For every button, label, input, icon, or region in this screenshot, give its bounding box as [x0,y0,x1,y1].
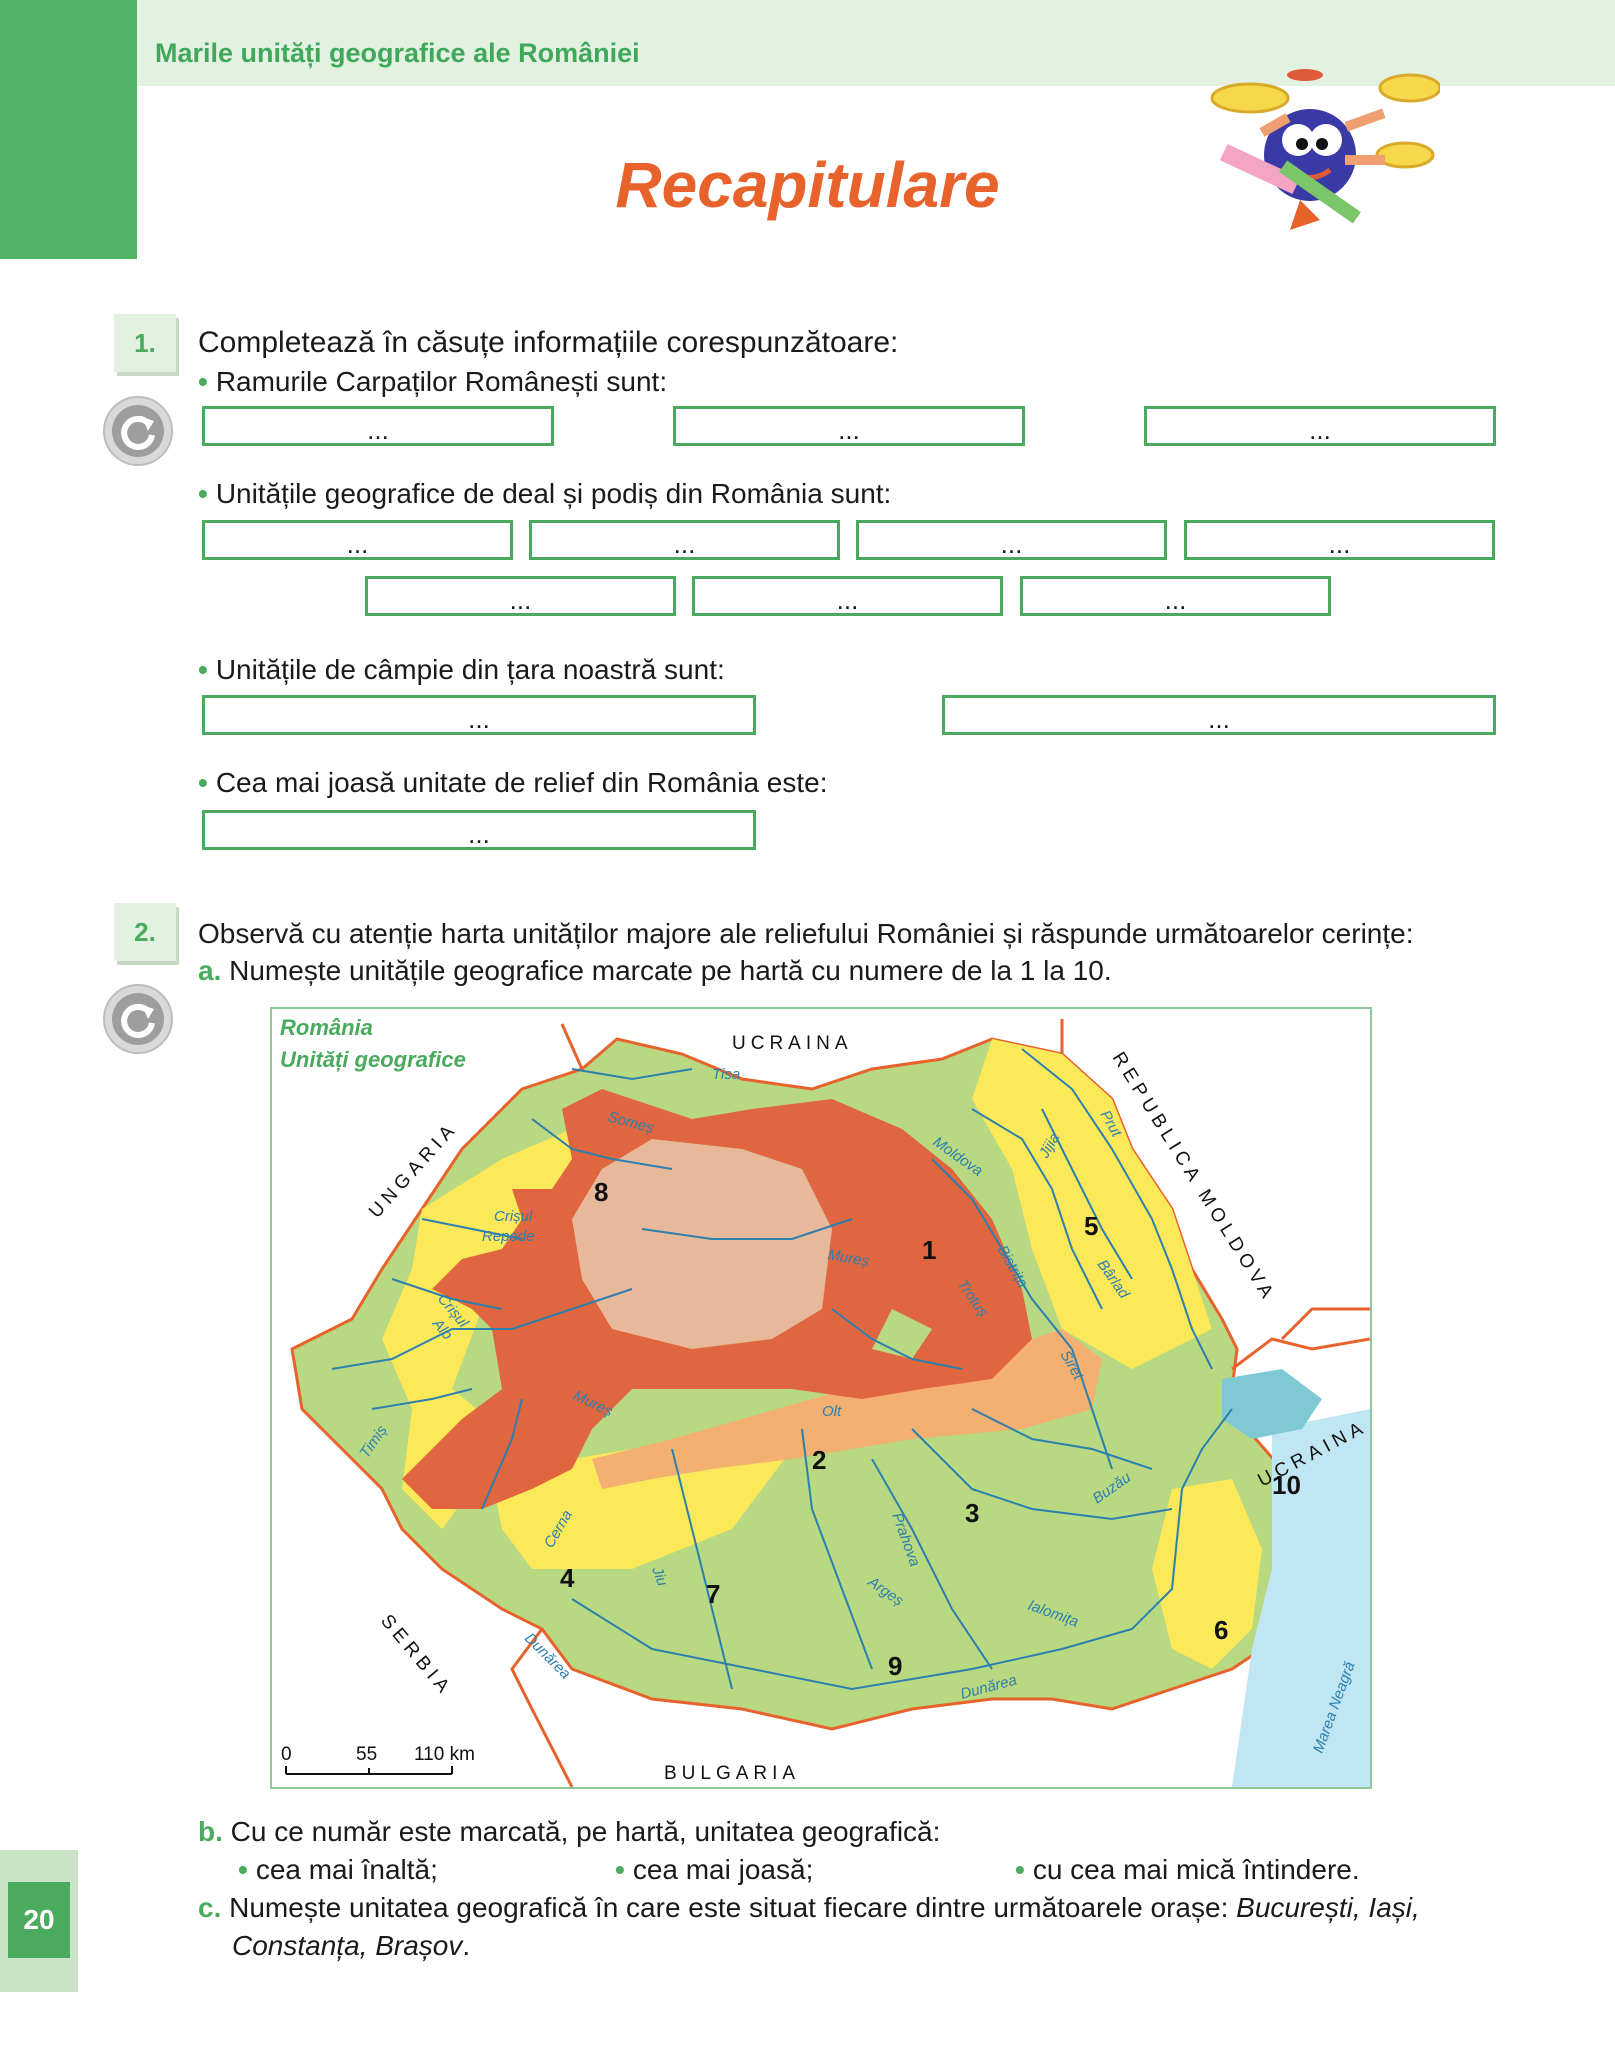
option-lowest: • cea mai joasă; [615,1854,814,1885]
svg-text:Repede: Repede [482,1228,535,1245]
exercise-1-number: 1. [114,314,176,372]
review-icon [103,396,173,466]
label-bulgaria: BULGARIA [664,1763,800,1784]
svg-text:Crișul: Crișul [494,1208,533,1225]
unit-number-9: 9 [888,1651,902,1681]
option-highest: • cea mai înaltă; [238,1854,438,1885]
answer-box[interactable]: ... [856,520,1167,560]
question-plains: • Unitățile de câmpie din țara noastră su… [198,654,725,685]
answer-box[interactable]: ... [202,810,756,850]
page-number: 20 [8,1882,70,1958]
answer-box[interactable]: ... [529,520,840,560]
answer-box[interactable]: ... [1184,520,1495,560]
question-a: a. Numește unitățile geografice marcate … [198,955,1112,986]
unit-number-5: 5 [1084,1211,1098,1241]
unit-number-3: 3 [965,1498,979,1528]
unit-number-8: 8 [594,1177,608,1207]
answer-box[interactable]: ... [202,520,513,560]
mascot-illustration [1210,69,1440,230]
scale-bar: 0 55 110 km [281,1744,475,1775]
svg-text:110 km: 110 km [414,1744,475,1765]
svg-text:0: 0 [281,1744,292,1765]
section-title: Marile unități geografice ale României [155,38,640,68]
exercise-2-instruction: Observă cu atenție harta unităților majo… [198,918,1414,949]
svg-text:Tisa: Tisa [712,1066,740,1083]
unit-number-4: 4 [560,1563,575,1593]
unit-number-10: 10 [1272,1470,1301,1500]
relief-map: România Unități geografice UCRAINA REPUB… [280,1015,1370,1787]
unit-number-7: 7 [706,1579,720,1609]
answer-box[interactable]: ... [202,695,756,735]
label-ukraine-north: UCRAINA [732,1033,853,1054]
exercise-1-instruction: Completează în căsuțe informațiile cores… [198,326,899,359]
option-smallest: • cu cea mai mică întindere. [1015,1854,1360,1885]
question-lowest: • Cea mai joasă unitate de relief din Rom… [198,767,828,798]
question-b: b. Cu ce număr este marcată, pe hartă, u… [198,1816,941,1847]
unit-number-2: 2 [812,1445,826,1475]
label-serbia: SERBIA [376,1611,456,1701]
exercise-2-number: 2. [114,903,176,961]
answer-box[interactable]: ... [202,406,554,446]
map-romania-relief: România Unități geografice UCRAINA REPUB… [270,1007,1372,1789]
question-c-line2: Constanța, Brașov. [232,1930,471,1961]
answer-box[interactable]: ... [1020,576,1331,616]
map-title-2: Unități geografice [280,1047,466,1072]
answer-box[interactable]: ... [365,576,676,616]
review-icon [103,984,173,1054]
question-branches: • Ramurile Carpaților Românești sunt: [198,366,668,397]
answer-box[interactable]: ... [1144,406,1496,446]
svg-text:Olt: Olt [822,1403,842,1420]
unit-number-1: 1 [922,1235,936,1265]
unit-number-6: 6 [1214,1615,1228,1645]
answer-box[interactable]: ... [692,576,1003,616]
question-hills: • Unitățile geografice de deal și podiș d… [198,478,892,509]
svg-text:55: 55 [356,1744,377,1765]
answer-box[interactable]: ... [673,406,1025,446]
map-title-1: România [280,1015,373,1040]
answer-box[interactable]: ... [942,695,1496,735]
question-c: c. Numește unitatea geografică în care e… [198,1892,1420,1923]
